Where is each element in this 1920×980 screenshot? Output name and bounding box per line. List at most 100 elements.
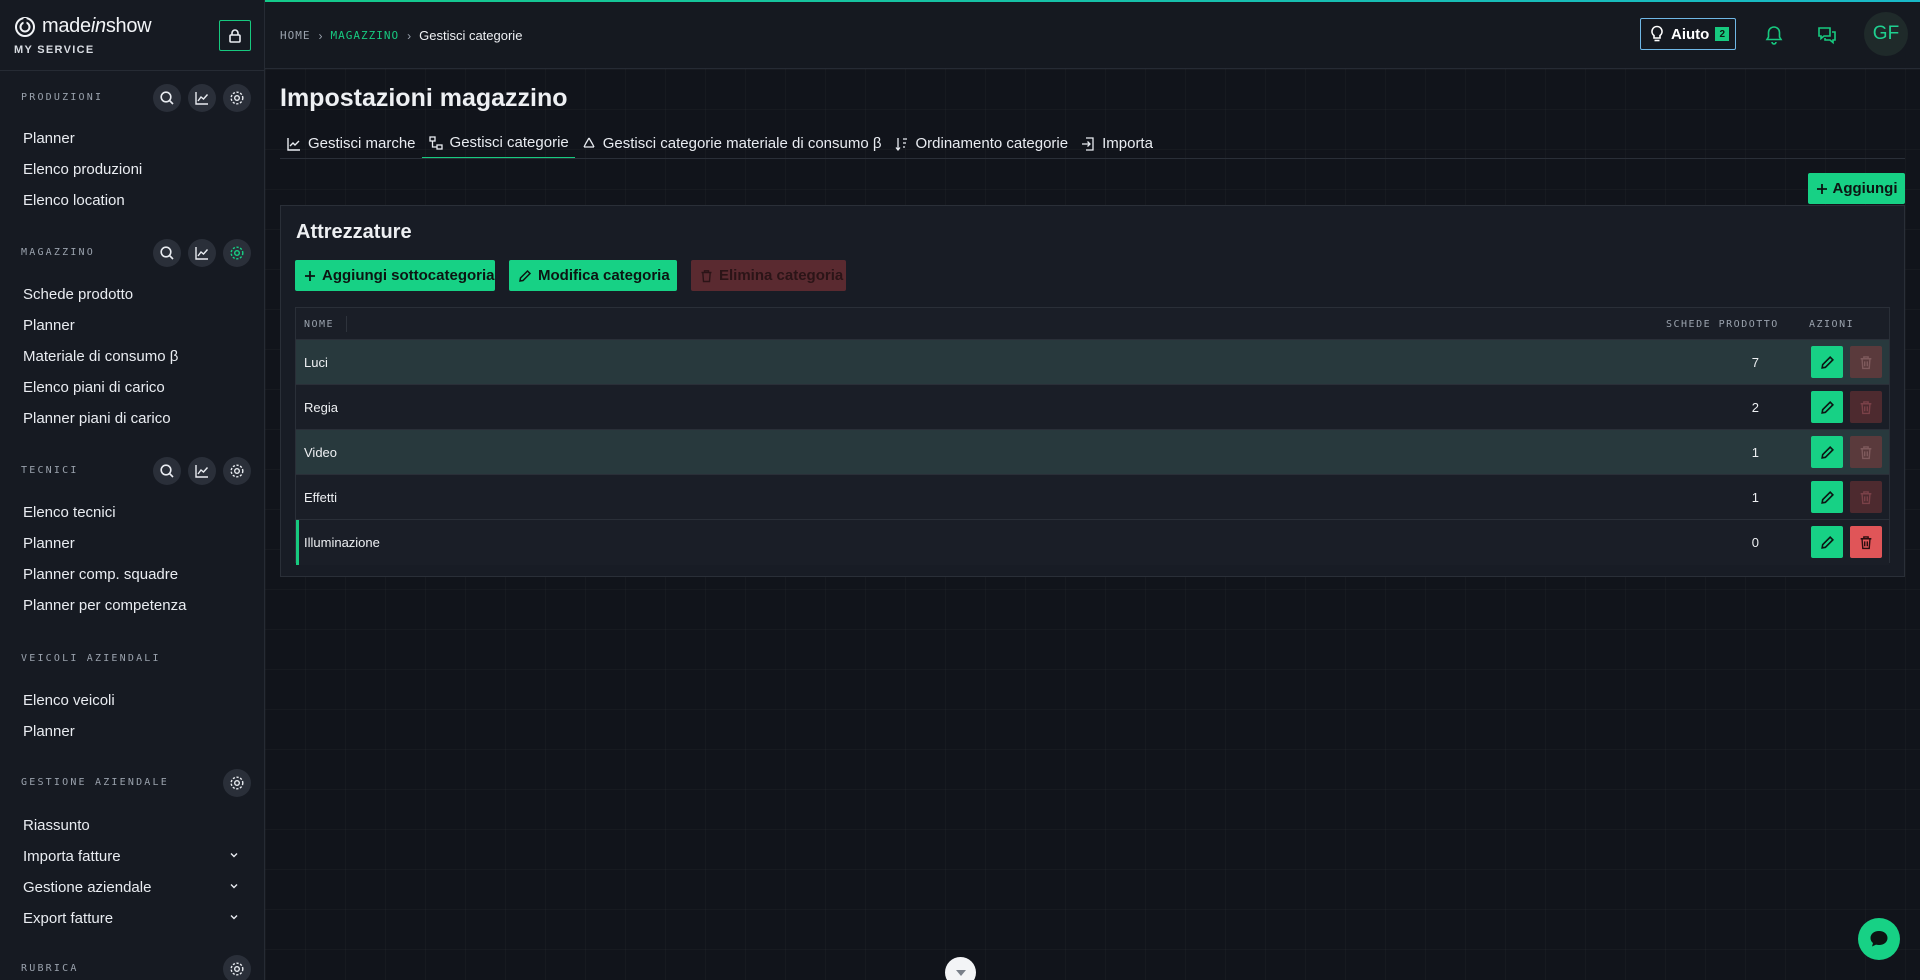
sidebar-item-schede-prodotto[interactable]: Schede prodotto: [23, 286, 133, 303]
sidebar-item-planner-produzioni[interactable]: Planner: [23, 130, 75, 147]
analytics-icon[interactable]: [188, 457, 216, 485]
search-icon[interactable]: [153, 239, 181, 267]
breadcrumb: HOME › MAGAZZINO › Gestisci categorie: [280, 28, 522, 43]
help-label: Aiuto: [1671, 25, 1710, 43]
sidebar-item-planner-piani[interactable]: Planner piani di carico: [23, 410, 171, 427]
section-title: MAGAZZINO: [21, 247, 95, 258]
search-icon[interactable]: [153, 84, 181, 112]
lock-sidebar-button[interactable]: [219, 20, 251, 51]
analytics-icon[interactable]: [188, 239, 216, 267]
gear-icon[interactable]: [223, 239, 251, 267]
delete-row-button[interactable]: [1850, 391, 1882, 423]
scroll-down-button[interactable]: [945, 957, 976, 980]
sidebar-item-materiale-consumo[interactable]: Materiale di consumo β: [23, 348, 178, 365]
sidebar-item-riassunto[interactable]: Riassunto: [23, 817, 90, 834]
category-title: Attrezzature: [296, 221, 412, 243]
help-button[interactable]: Aiuto 2: [1640, 18, 1736, 50]
sidebar-section-magazzino: MAGAZZINO: [0, 239, 264, 267]
sidebar-item-elenco-location[interactable]: Elenco location: [23, 192, 125, 209]
sidebar-divider: [0, 70, 264, 71]
section-title: GESTIONE AZIENDALE: [21, 777, 169, 788]
delete-row-button[interactable]: [1850, 346, 1882, 378]
edit-row-button[interactable]: [1811, 526, 1843, 558]
row-name: Video: [304, 445, 338, 460]
row-count: 0: [1751, 535, 1759, 550]
tab-gestisci-categorie[interactable]: Gestisci categorie: [421, 128, 575, 159]
add-subcategory-button[interactable]: Aggiungi sottocategoria: [295, 260, 495, 291]
pencil-icon: [518, 269, 532, 283]
chevron-down-icon[interactable]: [229, 912, 239, 922]
delete-row-button[interactable]: [1850, 436, 1882, 468]
bell-icon[interactable]: [1765, 25, 1783, 45]
delete-category-button[interactable]: Elimina categoria: [691, 260, 846, 291]
tabs-divider: [280, 158, 1905, 159]
category-tree-icon: [428, 135, 444, 151]
support-chat-button[interactable]: [1858, 918, 1900, 960]
tab-importa[interactable]: Importa: [1074, 128, 1159, 159]
edit-category-label: Modifica categoria: [538, 267, 670, 284]
sidebar-item-planner-tecnici[interactable]: Planner: [23, 535, 75, 552]
breadcrumb-current: Gestisci categorie: [419, 28, 523, 43]
edit-row-button[interactable]: [1811, 391, 1843, 423]
sidebar-item-planner-squadre[interactable]: Planner comp. squadre: [23, 566, 178, 583]
edit-row-button[interactable]: [1811, 436, 1843, 468]
add-category-button[interactable]: Aggiungi: [1808, 173, 1905, 204]
brand-name: madeinshow: [42, 15, 152, 37]
edit-row-button[interactable]: [1811, 346, 1843, 378]
column-header-actions: AZIONI: [1809, 319, 1855, 330]
chevron-down-icon[interactable]: [229, 850, 239, 860]
analytics-icon[interactable]: [188, 84, 216, 112]
sidebar-item-planner-veicoli[interactable]: Planner: [23, 723, 75, 740]
row-count: 2: [1751, 400, 1759, 415]
delete-row-button[interactable]: [1850, 526, 1882, 558]
tab-label: Ordinamento categorie: [915, 135, 1069, 152]
sidebar-item-importa-fatture[interactable]: Importa fatture: [23, 848, 121, 865]
avatar[interactable]: GF: [1864, 12, 1908, 56]
search-icon[interactable]: [153, 457, 181, 485]
delete-row-button[interactable]: [1850, 481, 1882, 513]
section-title: RUBRICA: [21, 963, 79, 974]
import-icon: [1080, 136, 1096, 152]
breadcrumb-magazzino[interactable]: MAGAZZINO: [331, 29, 400, 42]
row-count: 7: [1751, 355, 1759, 370]
chat-icon[interactable]: [1816, 25, 1838, 45]
table-row[interactable]: Regia 2: [296, 385, 1889, 430]
tab-categorie-materiale-consumo[interactable]: Gestisci categorie materiale di consumo …: [575, 128, 888, 159]
tab-bar: Gestisci marche Gestisci categorie Gesti…: [280, 128, 1159, 159]
pencil-icon: [1820, 355, 1835, 370]
column-header-name[interactable]: NOME: [304, 319, 334, 330]
sidebar-item-elenco-veicoli[interactable]: Elenco veicoli: [23, 692, 115, 709]
trash-icon: [700, 269, 713, 283]
gear-icon[interactable]: [223, 769, 251, 797]
gear-icon[interactable]: [223, 955, 251, 980]
brand-chart-icon: [286, 136, 302, 152]
page-title: Impostazioni magazzino: [280, 84, 568, 112]
table-row[interactable]: Effetti 1: [296, 475, 1889, 520]
sidebar-item-gestione-aziendale[interactable]: Gestione aziendale: [23, 879, 151, 896]
sidebar-item-planner-competenza[interactable]: Planner per competenza: [23, 597, 186, 614]
brand-logo[interactable]: madeinshow: [14, 15, 152, 38]
edit-category-button[interactable]: Modifica categoria: [509, 260, 677, 291]
gear-icon[interactable]: [223, 457, 251, 485]
table-row[interactable]: Illuminazione 0: [296, 520, 1889, 565]
table-row[interactable]: Video 1: [296, 430, 1889, 475]
tab-gestisci-marche[interactable]: Gestisci marche: [280, 128, 422, 159]
sidebar-item-piani-di-carico[interactable]: Elenco piani di carico: [23, 379, 165, 396]
tab-ordinamento-categorie[interactable]: Ordinamento categorie: [888, 128, 1075, 159]
trash-icon: [1859, 490, 1873, 505]
sidebar-item-export-fatture[interactable]: Export fatture: [23, 910, 113, 927]
sidebar-item-elenco-produzioni[interactable]: Elenco produzioni: [23, 161, 142, 178]
chevron-down-icon[interactable]: [229, 881, 239, 891]
edit-row-button[interactable]: [1811, 481, 1843, 513]
gear-icon[interactable]: [223, 84, 251, 112]
sidebar-item-planner-magazzino[interactable]: Planner: [23, 317, 75, 334]
chat-bubble-icon: [1868, 928, 1890, 950]
table-row[interactable]: Luci 7: [296, 340, 1889, 385]
breadcrumb-home[interactable]: HOME: [280, 29, 311, 42]
sidebar: madeinshow MY SERVICE PRODUZIONI Planner…: [0, 0, 265, 980]
pencil-icon: [1820, 445, 1835, 460]
column-header-count[interactable]: SCHEDE PRODOTTO: [1666, 319, 1779, 330]
sidebar-section-produzioni: PRODUZIONI: [0, 84, 264, 112]
row-name: Effetti: [304, 490, 338, 505]
sidebar-item-elenco-tecnici[interactable]: Elenco tecnici: [23, 504, 116, 521]
